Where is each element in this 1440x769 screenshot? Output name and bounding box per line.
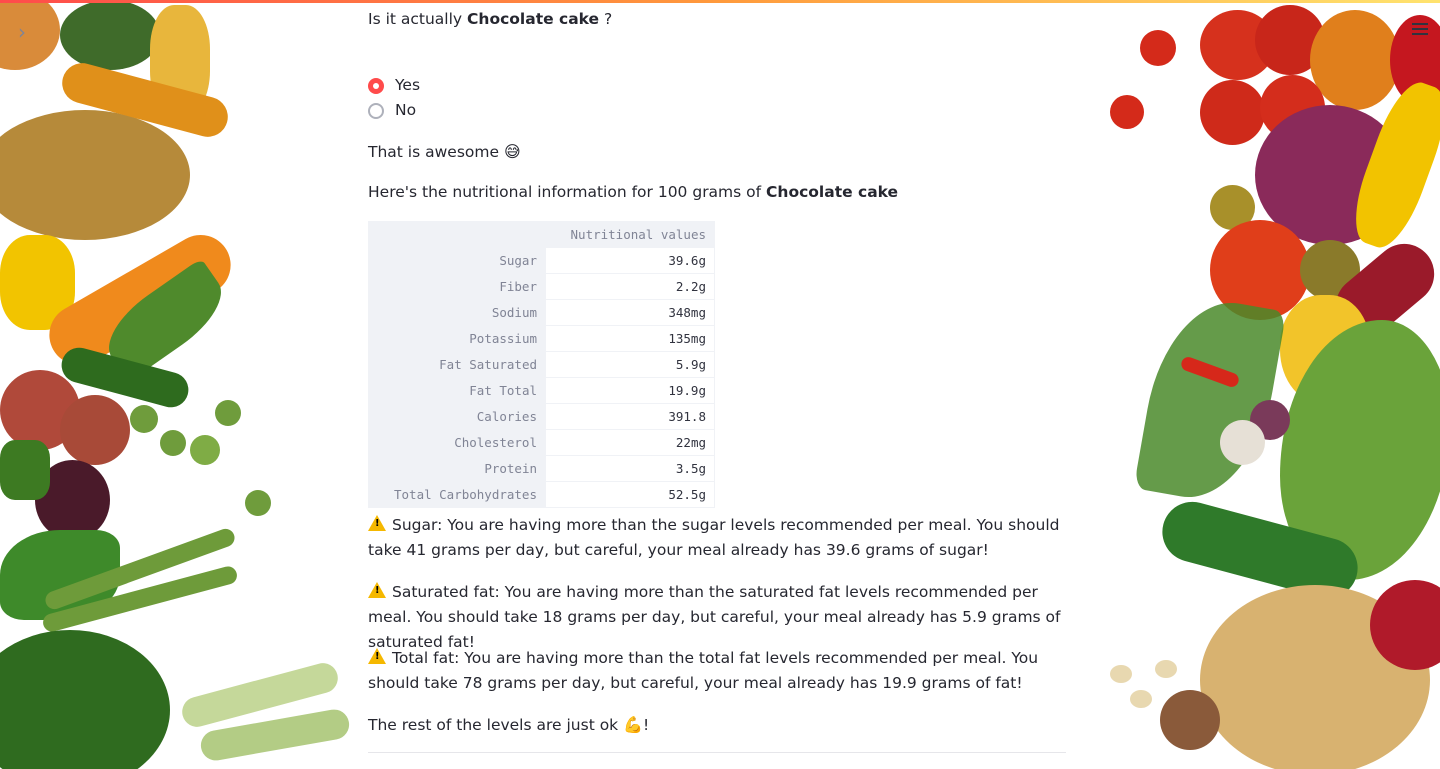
table-row: Sodium 348mg [368, 299, 715, 326]
closing-message: The rest of the levels are just ok 💪! [368, 712, 649, 738]
row-label: Potassium [368, 325, 546, 352]
row-value: 52.5g [545, 481, 715, 508]
chevron-right-icon[interactable]: › [18, 20, 26, 44]
row-label: Fat Saturated [368, 351, 546, 378]
row-label: Calories [368, 403, 546, 430]
divider [368, 752, 1066, 753]
table-row: Calories 391.8 [368, 403, 715, 430]
question-suffix: ? [599, 10, 613, 28]
row-value: 19.9g [545, 377, 715, 404]
flexed-biceps-emoji-icon: 💪 [623, 715, 644, 734]
food-confirmation-radio-group: Yes No [368, 73, 420, 123]
warning-icon [368, 515, 386, 531]
vegetables-background-right [1100, 0, 1440, 769]
radio-button-yes[interactable] [368, 77, 384, 94]
table-row: Fat Total 19.9g [368, 377, 715, 404]
nutrition-table: Nutritional values Sugar 39.6g Fiber 2.2g … [368, 221, 715, 508]
radio-button-no[interactable] [368, 102, 384, 119]
closing-suffix: ! [643, 716, 650, 734]
table-row: Fiber 2.2g [368, 273, 715, 300]
top-decoration-stripe [0, 0, 1440, 3]
question-prefix: Is it actually [368, 10, 468, 28]
row-value: 348mg [545, 299, 715, 326]
table-header-row: Nutritional values [368, 221, 715, 248]
row-label: Sugar [368, 247, 546, 274]
radio-option-yes[interactable]: Yes [368, 73, 420, 98]
radio-label-no: No [395, 101, 417, 119]
row-value: 135mg [545, 325, 715, 352]
row-label: Protein [368, 455, 546, 482]
column-header-nutritional-values: Nutritional values [545, 221, 715, 248]
warning-text: Sugar: You are having more than the suga… [368, 516, 1060, 559]
warning-saturated-fat: Saturated fat: You are having more than … [368, 580, 1068, 655]
row-label: Fiber [368, 273, 546, 300]
row-value: 5.9g [545, 351, 715, 378]
warning-icon [368, 582, 386, 598]
row-value: 22mg [545, 429, 715, 456]
table-row: Sugar 39.6g [368, 247, 715, 274]
nutrition-intro-food: Chocolate cake [766, 183, 899, 201]
row-value: 39.6g [545, 247, 715, 274]
row-value: 391.8 [545, 403, 715, 430]
hamburger-menu-icon[interactable] [1412, 20, 1428, 38]
row-label: Fat Total [368, 377, 546, 404]
table-row: Cholesterol 22mg [368, 429, 715, 456]
table-row: Total Carbohydrates 52.5g [368, 481, 715, 508]
row-label: Sodium [368, 299, 546, 326]
table-row: Fat Saturated 5.9g [368, 351, 715, 378]
radio-option-no[interactable]: No [368, 98, 420, 123]
vegetables-background-left [0, 0, 350, 769]
row-label: Total Carbohydrates [368, 481, 546, 508]
radio-label-yes: Yes [395, 76, 421, 94]
row-label: Cholesterol [368, 429, 546, 456]
table-row: Potassium 135mg [368, 325, 715, 352]
closing-text: The rest of the levels are just ok [368, 716, 624, 734]
table-corner-cell [368, 221, 546, 248]
response-message: That is awesome 😅 [368, 139, 521, 165]
food-confirmation-question: Is it actually Chocolate cake ? [368, 7, 612, 32]
warning-text: Total fat: You are having more than the … [368, 649, 1039, 692]
warning-sugar: Sugar: You are having more than the suga… [368, 513, 1068, 563]
table-row: Protein 3.5g [368, 455, 715, 482]
row-value: 2.2g [545, 273, 715, 300]
nutrition-intro: Here's the nutritional information for 1… [368, 180, 898, 205]
warning-text: Saturated fat: You are having more than … [368, 583, 1061, 651]
response-text: That is awesome [368, 143, 504, 161]
warning-total-fat: Total fat: You are having more than the … [368, 646, 1068, 696]
row-value: 3.5g [545, 455, 715, 482]
sweat-smile-emoji-icon: 😅 [503, 142, 521, 161]
warning-icon [368, 648, 386, 664]
question-food-name: Chocolate cake [467, 10, 600, 28]
nutrition-intro-text: Here's the nutritional information for 1… [368, 183, 767, 201]
